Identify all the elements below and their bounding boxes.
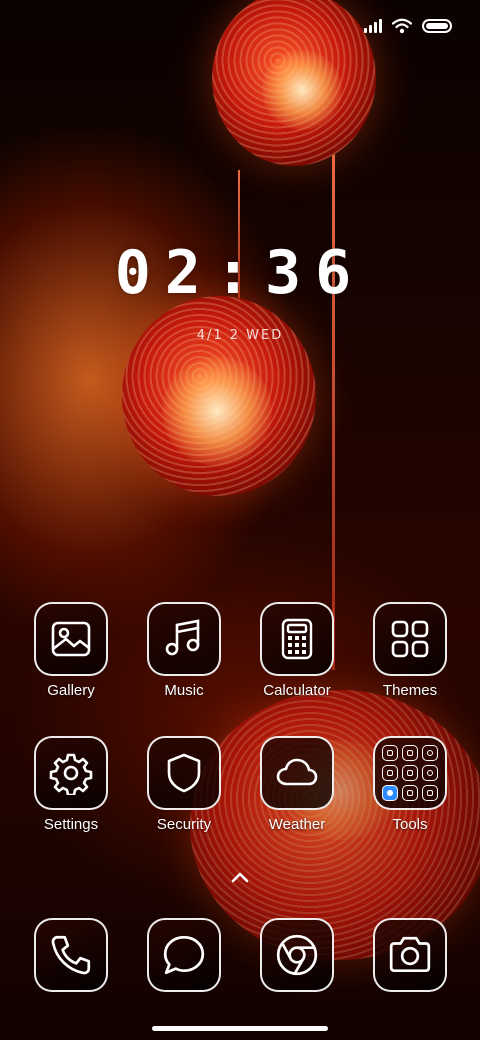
battery-icon [422,19,452,33]
scanner-icon [402,785,418,801]
lamp-ball-top [212,0,376,166]
browser-icon [276,934,318,976]
clock-icon [422,745,438,761]
app-weather[interactable]: Weather [242,736,352,833]
gear-icon [49,753,93,795]
compass-icon [422,765,438,781]
recorder-icon [382,765,398,781]
downloads-icon [422,785,438,801]
clock-date: 4/1 2 WED [196,328,284,343]
lamp-ball-middle [122,296,316,496]
app-tools-folder[interactable]: Tools [355,736,465,833]
phone-icon [51,935,91,975]
app-security[interactable]: Security [129,736,239,833]
dock-camera[interactable] [355,918,465,992]
shield-icon [167,753,201,793]
calculator-icon [281,618,313,660]
app-label: Calculator [263,682,331,699]
app-label: Themes [382,682,438,699]
app-themes[interactable]: Themes [355,602,465,699]
notes-icon [402,745,418,761]
dock-phone[interactable] [16,918,126,992]
dock-browser[interactable] [242,918,352,992]
camera-icon [389,936,431,973]
app-label: Tools [392,816,428,833]
app-label: Music [164,682,204,699]
music-icon [165,619,200,656]
chevron-up-icon[interactable] [229,866,251,888]
app-label: Security [156,816,212,833]
wifi-icon [392,18,412,34]
dock-messages[interactable] [129,918,239,992]
app-gallery[interactable]: Gallery [16,602,126,699]
contacts-icon [382,745,398,761]
app-settings[interactable]: Settings [16,736,126,833]
signal-icon [364,19,382,33]
lamp-wire [332,150,335,670]
status-bar [364,18,452,34]
folder-icon [373,736,447,810]
gallery-icon [51,621,91,657]
app-calculator[interactable]: Calculator [242,602,352,699]
screen-recorder-icon [402,765,418,781]
message-icon [163,935,205,975]
home-indicator[interactable] [152,1026,328,1031]
clock-time[interactable]: 02:36 [0,238,480,308]
app-label: Gallery [47,682,95,699]
themes-icon [391,620,429,658]
app-label: Settings [43,816,99,833]
app-music[interactable]: Music [129,602,239,699]
messenger-icon [382,785,398,801]
cloud-icon [276,758,318,786]
app-label: Weather [268,816,326,833]
